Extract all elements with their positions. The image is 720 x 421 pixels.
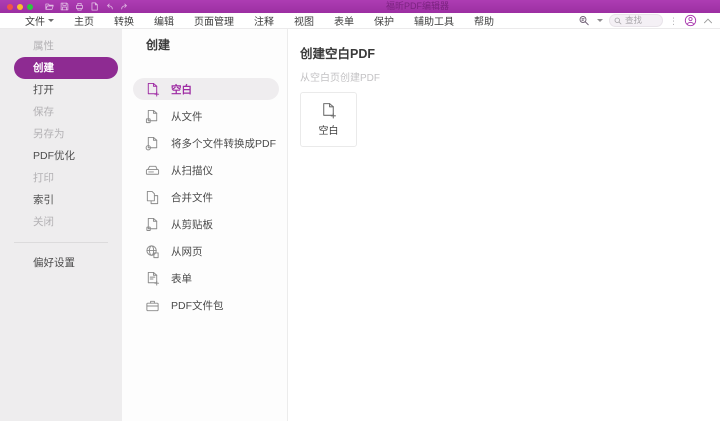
detail-panel-title: 创建空白PDF bbox=[300, 47, 376, 61]
sidebar-item-close: 关闭 bbox=[33, 216, 54, 228]
close-window-button[interactable] bbox=[7, 3, 13, 10]
create-item-label: 从扫描仪 bbox=[171, 164, 213, 177]
create-item-label: 从网页 bbox=[171, 245, 203, 258]
create-item-from-webpage[interactable]: 从网页 bbox=[133, 240, 279, 262]
menu-view[interactable]: 视图 bbox=[294, 13, 314, 28]
pdf-portfolio-icon bbox=[146, 300, 159, 311]
clipboard-icon bbox=[146, 217, 158, 231]
sidebar-divider bbox=[14, 242, 108, 243]
sidebar-item-pdf-optimize[interactable]: PDF优化 bbox=[14, 145, 118, 167]
sidebar-item-properties: 属性 bbox=[33, 40, 54, 52]
menubar: 文件 主页 转换 编辑 页面管理 注释 视图 表单 保护 辅助工具 帮助 查找 … bbox=[0, 13, 720, 29]
menu-file[interactable]: 文件 bbox=[25, 13, 54, 28]
backstage-view: 属性 创建 打开 保存 另存为 PDF优化 打印 索引 关闭 偏好设置 创建 空… bbox=[0, 29, 720, 421]
sidebar-item-create[interactable]: 创建 bbox=[14, 57, 118, 79]
create-item-from-file[interactable]: 从文件 bbox=[133, 105, 279, 127]
undo-icon[interactable] bbox=[105, 2, 114, 11]
account-icon[interactable] bbox=[684, 14, 697, 27]
create-item-label: 从剪贴板 bbox=[171, 218, 213, 231]
minimize-window-button[interactable] bbox=[17, 3, 23, 10]
convert-multiple-files-icon bbox=[145, 136, 158, 150]
sidebar-item-index[interactable]: 索引 bbox=[14, 189, 118, 211]
menu-protect[interactable]: 保护 bbox=[374, 13, 394, 28]
create-item-label: PDF文件包 bbox=[171, 299, 224, 312]
blank-page-plus-icon bbox=[323, 103, 336, 119]
new-document-icon[interactable] bbox=[90, 2, 99, 11]
combine-files-icon bbox=[146, 190, 159, 204]
menu-home[interactable]: 主页 bbox=[74, 13, 94, 28]
menu-convert[interactable]: 转换 bbox=[114, 13, 134, 28]
sidebar-item-save: 保存 bbox=[33, 106, 54, 118]
chevron-down-icon[interactable] bbox=[597, 19, 603, 22]
collapse-chevron-icon[interactable] bbox=[703, 17, 713, 25]
create-item-label: 合并文件 bbox=[171, 191, 213, 204]
menubar-right-controls: 查找 ⋮ bbox=[578, 14, 713, 27]
file-sidebar: 属性 创建 打开 保存 另存为 PDF优化 打印 索引 关闭 偏好设置 bbox=[0, 29, 122, 421]
create-item-from-clipboard[interactable]: 从剪贴板 bbox=[133, 213, 279, 235]
save-icon[interactable] bbox=[60, 2, 69, 11]
menu-comment[interactable]: 注释 bbox=[254, 13, 274, 28]
traffic-lights bbox=[7, 3, 33, 10]
create-panel: 创建 空白 从文件 将多个文件转换成PDF 从扫描仪 合并文件 从剪贴板 从网页… bbox=[122, 29, 288, 421]
menu-help[interactable]: 帮助 bbox=[474, 13, 494, 28]
create-options-list: 空白 从文件 将多个文件转换成PDF 从扫描仪 合并文件 从剪贴板 从网页 表单… bbox=[122, 78, 287, 316]
open-folder-icon[interactable] bbox=[45, 2, 54, 11]
search-input[interactable]: 查找 bbox=[609, 14, 663, 27]
create-item-label: 表单 bbox=[171, 272, 192, 285]
menu-edit[interactable]: 编辑 bbox=[154, 13, 174, 28]
create-item-blank[interactable]: 空白 bbox=[133, 78, 279, 100]
page-from-file-icon bbox=[145, 109, 158, 123]
blank-page-plus-icon bbox=[147, 82, 160, 97]
sidebar-item-save-as: 另存为 bbox=[33, 128, 65, 140]
menu-form[interactable]: 表单 bbox=[334, 13, 354, 28]
create-item-label: 空白 bbox=[171, 83, 192, 96]
create-item-pdf-portfolio[interactable]: PDF文件包 bbox=[133, 294, 279, 316]
menu-list: 文件 主页 转换 编辑 页面管理 注释 视图 表单 保护 辅助工具 帮助 bbox=[25, 13, 494, 28]
create-item-label: 将多个文件转换成PDF bbox=[171, 137, 276, 150]
search-placeholder: 查找 bbox=[625, 15, 643, 25]
find-replace-icon[interactable] bbox=[578, 15, 591, 27]
search-icon bbox=[614, 17, 622, 24]
chevron-down-icon bbox=[48, 19, 54, 22]
blank-pdf-card-label: 空白 bbox=[318, 126, 339, 137]
window-title: 福昕PDF编辑器 bbox=[386, 1, 450, 11]
create-item-combine-files[interactable]: 合并文件 bbox=[133, 186, 279, 208]
detail-panel: 创建空白PDF 从空白页创建PDF 空白 bbox=[288, 29, 720, 421]
more-dots-icon[interactable]: ⋮ bbox=[669, 16, 678, 26]
sidebar-item-print: 打印 bbox=[33, 172, 54, 184]
create-item-from-scanner[interactable]: 从扫描仪 bbox=[133, 159, 279, 181]
create-panel-title: 创建 bbox=[146, 38, 171, 52]
scanner-icon bbox=[145, 165, 160, 175]
print-icon[interactable] bbox=[75, 2, 84, 11]
create-item-form[interactable]: 表单 bbox=[133, 267, 279, 289]
titlebar: 福昕PDF编辑器 bbox=[0, 0, 720, 13]
redo-icon[interactable] bbox=[120, 2, 129, 11]
menu-organize[interactable]: 页面管理 bbox=[194, 13, 234, 28]
detail-panel-subtitle: 从空白页创建PDF bbox=[300, 73, 380, 84]
sidebar-item-open[interactable]: 打开 bbox=[14, 79, 118, 101]
blank-pdf-card[interactable]: 空白 bbox=[300, 92, 357, 147]
quick-access-toolbar bbox=[45, 2, 129, 11]
menu-accessibility[interactable]: 辅助工具 bbox=[414, 13, 454, 28]
web-page-icon bbox=[146, 244, 159, 258]
form-icon bbox=[147, 271, 160, 286]
create-item-convert-multiple[interactable]: 将多个文件转换成PDF bbox=[133, 132, 279, 154]
create-item-label: 从文件 bbox=[171, 110, 203, 123]
zoom-window-button[interactable] bbox=[27, 3, 33, 10]
sidebar-item-preferences[interactable]: 偏好设置 bbox=[14, 252, 118, 274]
